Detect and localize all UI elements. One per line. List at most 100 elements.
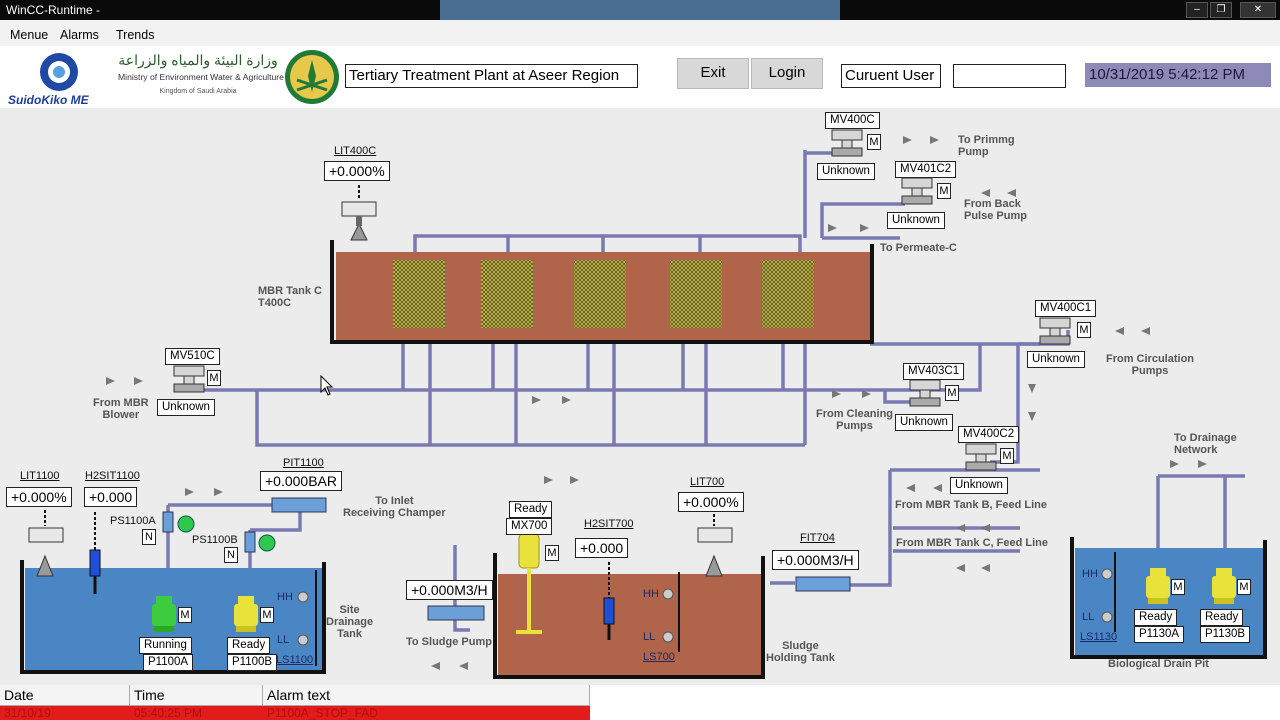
from-back-pulse-label: From Back Pulse Pump — [964, 198, 1027, 222]
p1100a-mode[interactable]: M — [178, 607, 192, 623]
from-feed-b-label: From MBR Tank B, Feed Line — [895, 499, 1047, 511]
from-mbr-blower-label: From MBR Blower — [93, 397, 149, 421]
mv400c2-status: Unknown — [950, 477, 1008, 494]
p1130b-tag: P1130B — [1200, 626, 1251, 643]
background-window — [440, 0, 840, 20]
level-transmitter-icon[interactable] — [341, 185, 377, 241]
ls1100-label: LS1100 — [276, 654, 314, 666]
mv400c2-mode[interactable]: M — [1000, 448, 1014, 464]
mv401c2-status: Unknown — [887, 212, 945, 229]
p1100b-status: Ready — [227, 637, 271, 654]
current-user-field[interactable] — [953, 64, 1066, 88]
mv400c-tag: MV400C — [825, 112, 880, 129]
h2sit700-value: +0.000 — [575, 538, 629, 558]
membrane-module — [762, 260, 814, 328]
exit-button[interactable]: Exit — [677, 58, 749, 89]
p1100b-mode[interactable]: M — [260, 607, 274, 623]
membrane-module — [574, 260, 626, 328]
sludge-hh-label: HH — [643, 588, 659, 600]
p1130a-status: Ready — [1134, 609, 1178, 626]
lit400c-value: +0.000% — [324, 161, 390, 181]
logo-left-text: SuidoKiko ME — [8, 93, 90, 107]
lit1100-value: +0.000% — [6, 487, 72, 507]
alarm-table: Date Time Alarm text 31/10/19 05:40:25 P… — [0, 685, 1280, 720]
mv401c2-mode[interactable]: M — [937, 183, 951, 199]
login-button[interactable]: Login — [751, 58, 823, 89]
mv400c1-mode[interactable]: M — [1077, 322, 1091, 338]
p1130b-status: Ready — [1200, 609, 1244, 626]
membrane-module — [481, 260, 533, 328]
p1100b-tag: P1100B — [227, 654, 278, 671]
p1130a-mode[interactable]: M — [1171, 579, 1185, 595]
alarm-row[interactable]: 31/10/19 05:40:25 PM P1100A_STOP_FAD — [0, 706, 590, 720]
process-diagram — [20, 129, 1267, 679]
p1130b-mode[interactable]: M — [1237, 579, 1251, 595]
lit700-icon[interactable] — [697, 514, 733, 577]
mv400c-mode[interactable]: M — [867, 134, 881, 150]
lit1100-icon[interactable] — [28, 510, 64, 577]
restore-icon[interactable]: ❐ — [1210, 2, 1232, 18]
to-sludge-pump-label: To Sludge Pump — [406, 636, 492, 648]
mouse-cursor-icon — [320, 374, 334, 396]
p1130a-tag: P1130A — [1134, 626, 1185, 643]
menu-item-menue[interactable]: Menue — [10, 28, 48, 42]
menu-item-trends[interactable]: Trends — [116, 28, 154, 42]
mv510c-mode[interactable]: M — [207, 370, 221, 386]
sludge-holding-tank-label: Sludge Holding Tank — [766, 640, 835, 664]
ministry-arabic: وزارة البيئة والمياه والزراعة — [118, 52, 278, 68]
close-icon[interactable]: ✕ — [1240, 2, 1276, 18]
pit1100-value: +0.000BAR — [260, 471, 342, 491]
mx700-status: Ready — [509, 501, 553, 518]
membrane-module — [393, 260, 445, 328]
ps1100a-mode[interactable]: N — [142, 529, 156, 545]
h2sit1100-value: +0.000 — [84, 487, 138, 507]
minimize-icon[interactable]: – — [1186, 2, 1208, 18]
fit704-tag: FIT704 — [800, 532, 835, 544]
lit1100-tag: LIT1100 — [20, 470, 60, 482]
alarm-header-time[interactable]: Time — [130, 685, 263, 706]
mbr-tank-c — [330, 240, 874, 344]
mv400c-status: Unknown — [817, 163, 875, 180]
mv403c1-tag: MV403C1 — [903, 363, 965, 380]
to-inlet-label: To Inlet Receiving Champer — [343, 495, 446, 519]
current-user-label: Curuent User — [841, 64, 941, 88]
sludge-flow-value: +0.000M3/H — [406, 580, 493, 600]
bio-hh-label: HH — [1082, 568, 1098, 580]
ps1100b-mode[interactable]: N — [224, 547, 238, 563]
alarm-row-time: 05:40:25 PM — [134, 706, 203, 720]
title-bar: WinCC-Runtime - – ❐ ✕ — [0, 0, 1280, 20]
site-drainage-tank-label: Site Drainage Tank — [326, 604, 374, 640]
alarm-header-text[interactable]: Alarm text — [263, 685, 590, 706]
from-feed-c-label: From MBR Tank C, Feed Line — [896, 537, 1048, 549]
alarm-header-date[interactable]: Date — [0, 685, 130, 706]
lit400c-tag: LIT400C — [334, 145, 377, 157]
alarm-row-text: P1100A_STOP_FAD — [267, 706, 378, 720]
sludge-holding-tank — [493, 553, 765, 679]
ps1100a-tag: PS1100A — [110, 515, 156, 527]
lit700-value: +0.000% — [678, 492, 744, 512]
ps1100b-tag: PS1100B — [192, 534, 238, 546]
sludge-ll-label: LL — [643, 631, 656, 643]
datetime-display: 10/31/2019 5:42:12 PM — [1085, 63, 1271, 87]
kingdom-line: Kingdom of Saudi Arabia — [159, 88, 237, 95]
mv400c1-status: Unknown — [1027, 351, 1085, 368]
from-cleaning-label: From Cleaning Pumps — [816, 408, 894, 432]
from-circulation-label: From Circulation Pumps — [1106, 353, 1195, 377]
mv400c2-tag: MV400C2 — [958, 426, 1020, 443]
to-priming-pump-label: To Primmg Pump — [958, 134, 1015, 158]
pressure-switch-icons[interactable] — [162, 511, 276, 553]
fit704-value: +0.000M3/H — [772, 550, 859, 570]
p1100a-tag: P1100A — [143, 654, 194, 671]
mv400c1-tag: MV400C1 — [1035, 300, 1097, 317]
mbr-tank-label: MBR Tank C T400C — [258, 285, 322, 309]
to-drainage-network-label: To Drainage Network — [1174, 432, 1237, 456]
menu-item-alarms[interactable]: Alarms — [60, 28, 99, 42]
mv403c1-status: Unknown — [895, 414, 953, 431]
mv403c1-mode[interactable]: M — [945, 385, 959, 401]
plant-title: Tertiary Treatment Plant at Aseer Region — [345, 64, 638, 88]
mv510c-status: Unknown — [157, 399, 215, 416]
p1100a-status: Running — [139, 637, 192, 654]
mx700-tag: MX700 — [506, 518, 553, 535]
mx700-mode[interactable]: M — [545, 545, 559, 561]
h2sit1100-tag: H2SIT1100 — [85, 470, 140, 482]
